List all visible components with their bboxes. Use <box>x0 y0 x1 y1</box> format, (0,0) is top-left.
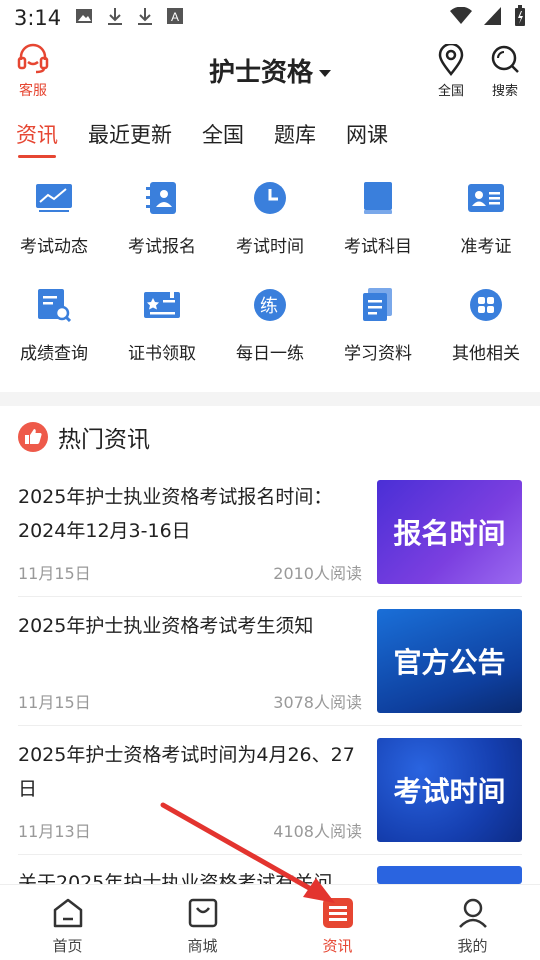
grid-item-label: 考试报名 <box>128 237 196 257</box>
grid-item-exam-subjects[interactable]: 考试科目 <box>324 176 432 257</box>
tab-question-bank[interactable]: 题库 <box>274 118 316 164</box>
page-title: 护士资格 <box>208 58 313 88</box>
certificate-icon <box>140 283 184 327</box>
grid-item-label: 准考证 <box>460 237 512 257</box>
grid-item-label: 考试动态 <box>20 237 88 257</box>
status-time: 3:14 <box>14 6 62 30</box>
tab-recent-updates[interactable]: 最近更新 <box>88 118 172 164</box>
nav-profile[interactable]: 我的 <box>405 885 540 960</box>
clock-icon <box>248 176 292 220</box>
apps-grid-icon <box>464 283 508 327</box>
grid-item-certificate[interactable]: 证书领取 <box>108 283 216 364</box>
news-title: 2025年护士资格考试时间为4月26、27日 <box>18 744 355 800</box>
news-separator <box>18 854 522 855</box>
grid-item-registration[interactable]: 考试报名 <box>108 176 216 257</box>
news-separator <box>18 596 522 597</box>
news-thumbnail <box>377 866 522 884</box>
news-title: 2025年护士执业资格考试报名时间：2024年12月3-16日 <box>18 486 333 542</box>
search-label: 搜索 <box>491 84 518 99</box>
document-search-icon <box>32 283 76 327</box>
signal-icon <box>484 6 502 30</box>
caret-down-icon <box>319 70 331 77</box>
nav-home[interactable]: 首页 <box>0 885 135 960</box>
news-item[interactable]: 2025年护士执业资格考试考生须知 11月15日 3078人阅读 官方公告 <box>18 609 522 713</box>
grid-item-other[interactable]: 其他相关 <box>432 283 540 364</box>
grid-item-exam-time[interactable]: 考试时间 <box>216 176 324 257</box>
grid-item-label: 证书领取 <box>128 344 196 364</box>
search-button[interactable]: 搜索 <box>485 44 525 99</box>
news-item[interactable]: 关于2025年护士执业资格考试有关问 <box>18 866 522 884</box>
location-pin-icon <box>438 42 464 77</box>
header: 客服 护士资格 全国 搜索 <box>0 38 540 102</box>
nav-profile-label: 我的 <box>457 937 488 955</box>
grid-item-label: 成绩查询 <box>20 344 88 364</box>
region-label: 全国 <box>437 84 464 99</box>
id-card-icon <box>464 176 508 220</box>
nav-news-label: 资讯 <box>322 937 353 955</box>
category-tabs: 资讯 最近更新 全国 题库 网课 <box>0 118 540 164</box>
nav-home-label: 首页 <box>52 937 83 955</box>
wifi-icon <box>450 6 472 30</box>
tab-national[interactable]: 全国 <box>202 118 244 164</box>
news-thumbnail-text: 报名时间 <box>393 517 506 550</box>
section-divider <box>0 392 540 406</box>
news-icon <box>270 895 405 931</box>
news-read-count: 2010人阅读 <box>273 564 362 583</box>
news-item[interactable]: 2025年护士资格考试时间为4月26、27日 11月13日 4108人阅读 考试… <box>18 738 522 842</box>
chart-line-icon <box>32 176 76 220</box>
search-icon <box>491 45 519 73</box>
news-date: 11月15日 <box>18 693 91 712</box>
tab-news[interactable]: 资讯 <box>16 118 58 164</box>
download-icon <box>107 7 123 30</box>
grid-item-score-query[interactable]: 成绩查询 <box>0 283 108 364</box>
news-date: 11月13日 <box>18 822 91 841</box>
grid-item-label: 考试时间 <box>236 237 304 257</box>
grid-item-daily-practice[interactable]: 练 每日一练 <box>216 283 324 364</box>
feature-grid: 考试动态 考试报名 考试时间 考试科目 准考证 成绩查询 证书领取 练 每日一练… <box>0 176 540 364</box>
news-read-count: 4108人阅读 <box>273 822 362 841</box>
grid-item-label: 其他相关 <box>452 344 520 364</box>
grid-item-exam-news[interactable]: 考试动态 <box>0 176 108 257</box>
news-thumbnail-text: 官方公告 <box>393 646 506 679</box>
news-title: 关于2025年护士执业资格考试有关问 <box>18 872 333 884</box>
user-icon <box>405 895 540 931</box>
tab-online-course[interactable]: 网课 <box>346 118 388 164</box>
shopping-bag-icon <box>135 895 270 931</box>
hot-news-header: 热门资讯 <box>18 420 150 454</box>
image-notification-icon <box>75 8 93 29</box>
grid-item-label: 考试科目 <box>344 237 412 257</box>
practice-icon: 练 <box>248 283 292 327</box>
thumbs-up-icon <box>18 422 48 452</box>
news-read-count: 3078人阅读 <box>273 693 362 712</box>
nav-mall-label: 商城 <box>187 937 218 955</box>
hot-news-title: 热门资讯 <box>58 427 150 453</box>
svg-text:A: A <box>171 10 179 24</box>
nav-mall[interactable]: 商城 <box>135 885 270 960</box>
nav-news[interactable]: 资讯 <box>270 885 405 960</box>
news-separator <box>18 725 522 726</box>
font-notification-icon: A <box>167 7 184 29</box>
region-button[interactable]: 全国 <box>431 42 471 99</box>
status-bar: 3:14 A <box>0 0 540 36</box>
contact-book-icon <box>140 176 184 220</box>
book-icon <box>356 176 400 220</box>
home-icon <box>0 895 135 931</box>
news-date: 11月15日 <box>18 564 91 583</box>
news-thumbnail: 报名时间 <box>377 480 522 584</box>
news-thumbnail: 考试时间 <box>377 738 522 842</box>
documents-icon <box>356 283 400 327</box>
news-title: 2025年护士执业资格考试考生须知 <box>18 615 314 637</box>
grid-item-admission-ticket[interactable]: 准考证 <box>432 176 540 257</box>
svg-text:练: 练 <box>260 296 278 317</box>
bottom-navigation: 首页 商城 资讯 我的 <box>0 884 540 960</box>
news-thumbnail-text: 考试时间 <box>393 775 506 808</box>
grid-item-label: 每日一练 <box>236 344 304 364</box>
download-icon <box>137 7 153 30</box>
news-item[interactable]: 2025年护士执业资格考试报名时间：2024年12月3-16日 11月15日 2… <box>18 480 522 584</box>
grid-item-label: 学习资料 <box>344 344 412 364</box>
news-thumbnail: 官方公告 <box>377 609 522 713</box>
grid-item-study-materials[interactable]: 学习资料 <box>324 283 432 364</box>
battery-icon <box>514 4 526 32</box>
